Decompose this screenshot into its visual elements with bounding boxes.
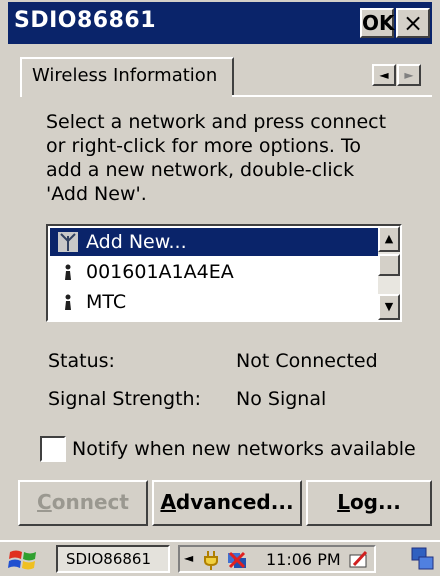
scroll-thumb[interactable] xyxy=(378,254,400,276)
taskbar: SDIO86861 ◄ 11:06 PM xyxy=(0,540,440,576)
list-item-label: Add New... xyxy=(86,231,187,253)
system-tray: ◄ 11:06 PM xyxy=(178,545,376,573)
title-bar: SDIO86861 OK × xyxy=(8,2,432,44)
signal-strength-value: No Signal xyxy=(236,388,327,410)
log-button[interactable]: Log... xyxy=(306,480,432,526)
network-disconnected-icon[interactable] xyxy=(226,549,248,571)
notify-checkbox-label[interactable]: Notify when new networks available xyxy=(72,438,416,460)
advanced-button[interactable]: Advanced... xyxy=(152,480,302,526)
notify-checkbox[interactable] xyxy=(40,436,66,462)
tray-arrow-icon[interactable]: ◄ xyxy=(184,551,193,565)
connect-button[interactable]: Connect xyxy=(18,480,148,526)
access-point-icon xyxy=(65,294,71,310)
network-list[interactable]: Add New... 001601A1A4EA MTC ▲ ▼ xyxy=(46,224,402,322)
ok-button[interactable]: OK xyxy=(360,8,395,38)
signal-strength-label: Signal Strength: xyxy=(48,388,201,410)
status-value: Not Connected xyxy=(236,350,378,372)
taskbar-window-button[interactable]: SDIO86861 xyxy=(56,545,170,573)
list-item-label: 001601A1A4EA xyxy=(86,261,234,283)
tab-scroll-arrows: ◄ ► xyxy=(372,64,422,86)
log-accel: L xyxy=(337,490,350,514)
list-scrollbar[interactable]: ▲ ▼ xyxy=(378,226,400,320)
connect-label: onnect xyxy=(51,490,129,514)
log-label: og... xyxy=(349,490,401,514)
connect-accel: C xyxy=(37,490,52,514)
window-title: SDIO86861 xyxy=(14,8,157,33)
input-panel-icon[interactable] xyxy=(348,549,370,571)
scroll-down-button[interactable]: ▼ xyxy=(378,294,400,320)
tab-wireless-information[interactable]: Wireless Information xyxy=(20,57,234,95)
power-plug-icon[interactable] xyxy=(202,549,224,571)
antenna-icon xyxy=(58,232,78,252)
list-item-network[interactable]: 001601A1A4EA xyxy=(50,258,380,286)
tab-scroll-left-button[interactable]: ◄ xyxy=(372,64,396,86)
scroll-up-button[interactable]: ▲ xyxy=(378,226,400,252)
desktop-windows-icon[interactable] xyxy=(410,546,436,572)
access-point-icon xyxy=(65,264,71,280)
advanced-accel: A xyxy=(160,490,176,514)
list-item-network[interactable]: MTC xyxy=(50,288,380,316)
close-button[interactable]: × xyxy=(396,8,430,38)
instructions-text: Select a network and press connect or ri… xyxy=(46,111,387,205)
list-item-label: MTC xyxy=(86,291,127,313)
list-item-add-new[interactable]: Add New... xyxy=(50,228,380,256)
advanced-label: dvanced... xyxy=(175,490,294,514)
start-windows-flag-icon[interactable] xyxy=(6,546,40,574)
status-label: Status: xyxy=(48,350,115,372)
tab-label: Wireless Information xyxy=(32,65,218,86)
tab-scroll-right-button[interactable]: ► xyxy=(397,64,421,86)
clock[interactable]: 11:06 PM xyxy=(266,549,341,571)
